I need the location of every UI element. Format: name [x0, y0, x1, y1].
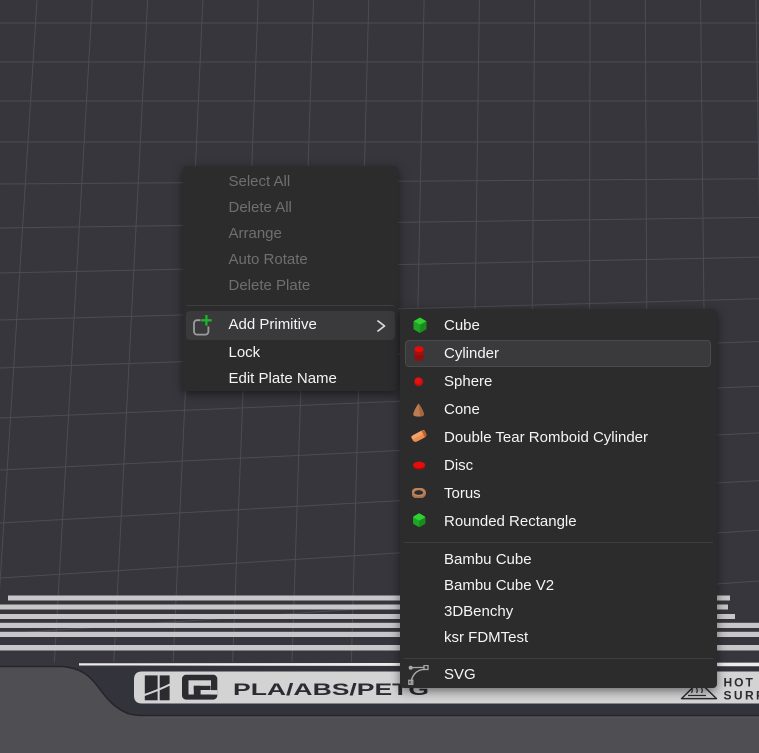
svg-text:SURFACE: SURFACE — [724, 689, 759, 703]
svg-text:HOT: HOT — [724, 676, 755, 690]
